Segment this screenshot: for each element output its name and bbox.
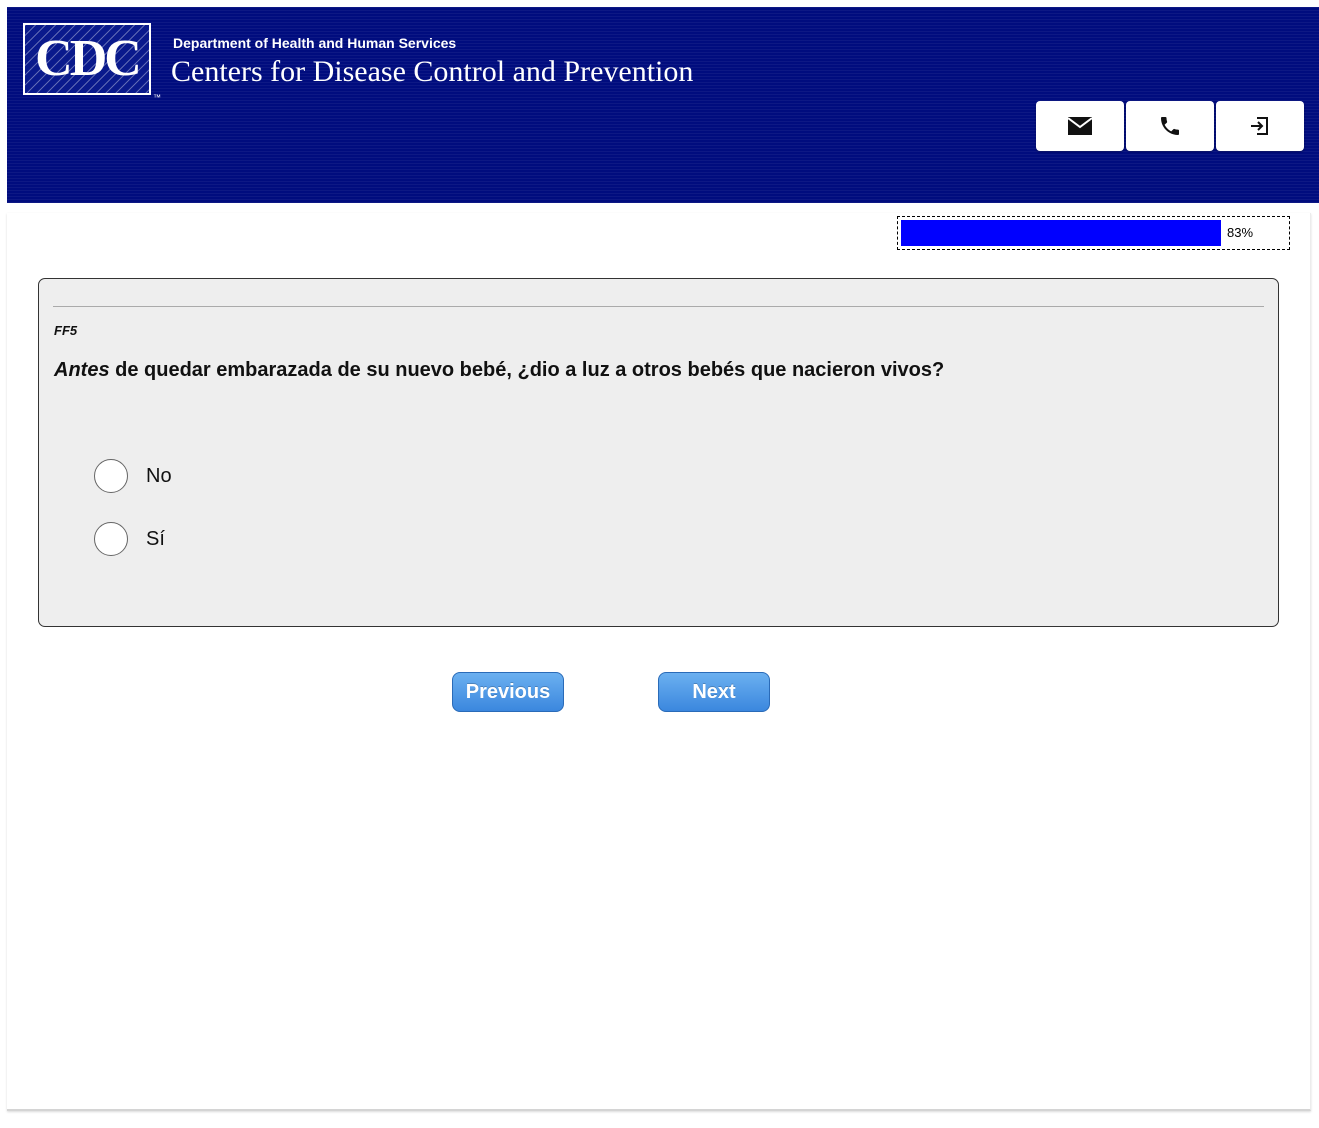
divider — [53, 306, 1264, 307]
next-button[interactable]: Next — [658, 672, 770, 712]
question-emphasis: Antes — [54, 359, 110, 381]
question-body: de quedar embarazada de su nuevo bebé, ¿… — [109, 359, 945, 381]
exit-button[interactable] — [1216, 101, 1304, 151]
progress-fill — [901, 220, 1221, 246]
option-label-no: No — [146, 464, 172, 487]
email-button[interactable] — [1036, 101, 1124, 151]
question-panel: FF5 Antes de quedar embarazada de su nue… — [38, 278, 1279, 627]
agency-name: Centers for Disease Control and Preventi… — [171, 55, 694, 88]
question-code: FF5 — [54, 323, 78, 338]
site-header: CDC ™ Department of Health and Human Ser… — [7, 7, 1319, 203]
phone-button[interactable] — [1126, 101, 1214, 151]
survey-card: 83% FF5 Antes de quedar embarazada de su… — [7, 213, 1311, 1111]
header-button-group — [1036, 101, 1304, 151]
progress-bar: 83% — [897, 216, 1290, 250]
cdc-logo: CDC — [23, 23, 151, 95]
exit-icon — [1251, 117, 1268, 135]
progress-label: 83% — [1227, 225, 1254, 240]
option-no[interactable]: No — [94, 459, 172, 493]
previous-button[interactable]: Previous — [452, 672, 564, 712]
question-text: Antes de quedar embarazada de su nuevo b… — [54, 359, 944, 382]
option-si[interactable]: Sí — [94, 522, 165, 556]
option-label-si: Sí — [146, 527, 165, 550]
phone-icon — [1161, 117, 1179, 135]
radio-button-no[interactable] — [94, 459, 128, 493]
mail-icon — [1068, 117, 1092, 135]
department-name: Department of Health and Human Services — [173, 35, 457, 51]
radio-button-si[interactable] — [94, 522, 128, 556]
trademark-mark: ™ — [153, 93, 161, 102]
